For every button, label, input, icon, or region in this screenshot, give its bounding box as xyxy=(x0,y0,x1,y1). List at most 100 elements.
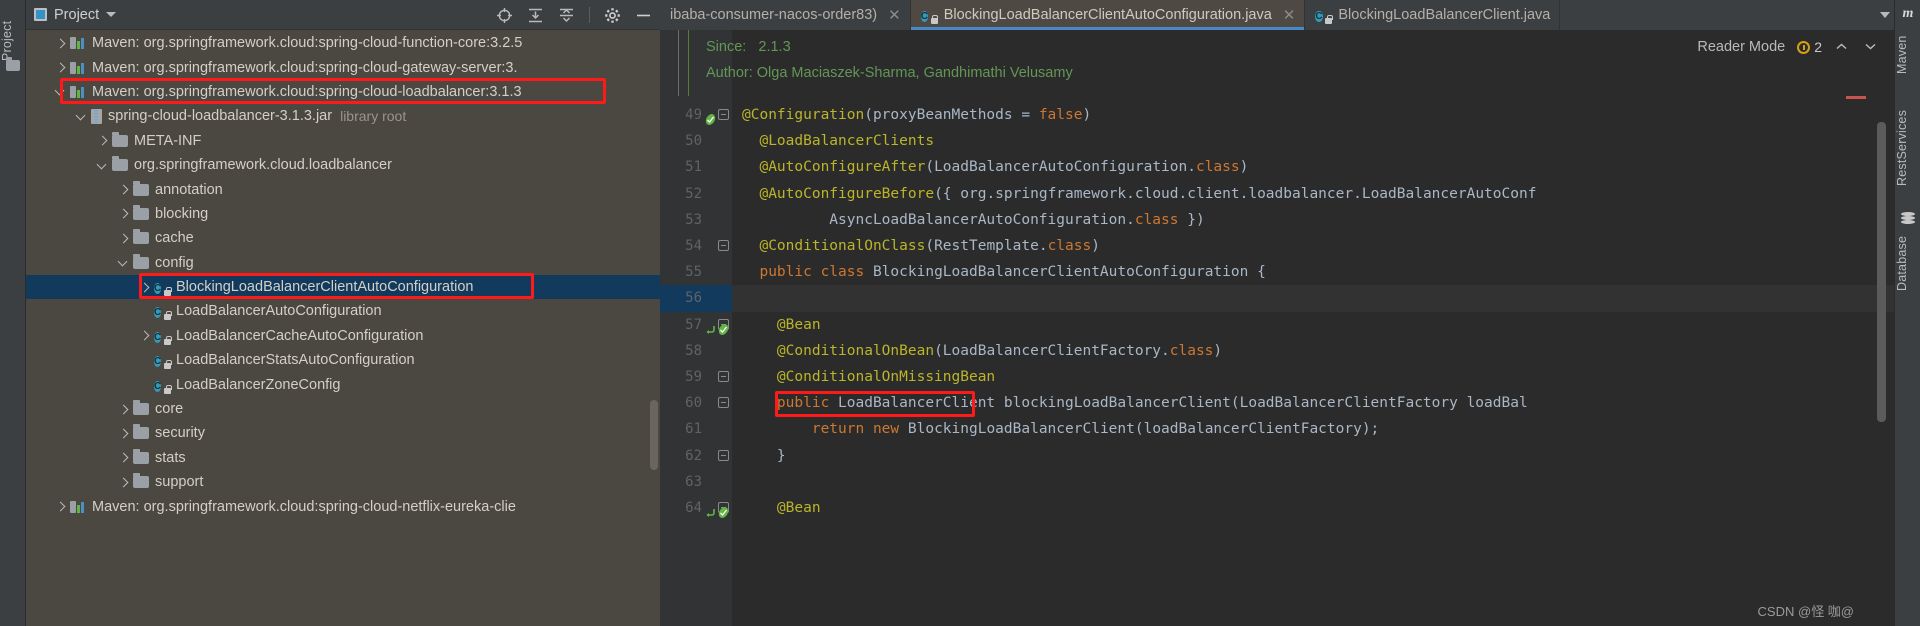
tree-row[interactable]: Maven: org.springframework.cloud:spring-… xyxy=(26,31,660,55)
chevron-down-icon[interactable] xyxy=(54,85,67,98)
chevron-right-icon[interactable] xyxy=(117,427,130,440)
chevron-right-icon[interactable] xyxy=(54,61,67,74)
chevron-down-icon[interactable] xyxy=(75,110,88,123)
override-icon[interactable] xyxy=(704,502,717,517)
code-line[interactable]: 49 @Configuration(proxyBeanMethods = fals… xyxy=(660,102,1894,128)
chevron-right-icon[interactable] xyxy=(54,500,67,513)
override-icon[interactable] xyxy=(704,319,717,334)
tree-row[interactable]: META-INF xyxy=(26,129,660,153)
gear-icon[interactable] xyxy=(604,7,621,24)
code-line[interactable]: 58 @ConditionalOnBean(LoadBalancerClient… xyxy=(660,338,1894,364)
code-line[interactable]: 62 } xyxy=(660,443,1894,469)
tab-overflow-control[interactable] xyxy=(1880,0,1894,30)
expand-all-icon[interactable] xyxy=(527,7,544,24)
green-check-icon[interactable] xyxy=(704,109,717,125)
code-fold-toggle[interactable] xyxy=(718,371,729,382)
tool-window-button-maven[interactable]: Maven xyxy=(1895,26,1920,84)
collapse-all-icon[interactable] xyxy=(558,7,575,24)
code-fold-toggle[interactable] xyxy=(718,240,729,251)
database-icon[interactable] xyxy=(1901,212,1915,225)
tree-row[interactable]: Maven: org.springframework.cloud:spring-… xyxy=(26,494,660,518)
tree-row[interactable]: Maven: org.springframework.cloud:spring-… xyxy=(26,55,660,79)
chevron-right-icon[interactable] xyxy=(138,281,151,294)
tree-row[interactable]: C LoadBalancerAutoConfiguration xyxy=(26,299,660,323)
code-line[interactable]: 53 AsyncLoadBalancerAutoConfiguration.cl… xyxy=(660,207,1894,233)
tree-row-label: META-INF xyxy=(134,132,202,149)
code-line[interactable]: 61 return new BlockingLoadBalancerClient… xyxy=(660,416,1894,442)
tree-row[interactable]: support xyxy=(26,470,660,494)
code-fold-toggle[interactable] xyxy=(718,449,729,461)
right-tool-strip: m Maven RestServices Database xyxy=(1894,0,1920,626)
chevron-down-icon[interactable] xyxy=(1880,12,1890,18)
hide-icon[interactable] xyxy=(635,7,652,24)
tree-row[interactable]: cache xyxy=(26,226,660,250)
code-line[interactable]: 56 xyxy=(660,285,1894,311)
code-line-text: } xyxy=(742,447,786,464)
code-line[interactable]: 54 @ConditionalOnClass(RestTemplate.clas… xyxy=(660,233,1894,259)
code-line[interactable]: 59 @ConditionalOnMissingBean xyxy=(660,364,1894,390)
tree-row[interactable]: C LoadBalancerCacheAutoConfiguration xyxy=(26,324,660,348)
tree-row[interactable]: org.springframework.cloud.loadbalancer xyxy=(26,153,660,177)
tree-row[interactable]: C BlockingLoadBalancerClientAutoConfigura… xyxy=(26,274,660,300)
tree-row[interactable]: spring-cloud-loadbalancer-3.1.3.jar libra… xyxy=(26,104,660,128)
chevron-right-icon[interactable] xyxy=(138,329,151,342)
code-line[interactable]: 52 @AutoConfigureBefore({ org.springfram… xyxy=(660,181,1894,207)
code-editor[interactable]: Since: 2.1.3 Author: Olga Maciaszek-Sharm… xyxy=(660,30,1894,626)
maven-m-icon[interactable]: m xyxy=(1895,6,1920,22)
locate-target-icon[interactable] xyxy=(496,7,513,24)
chevron-down-icon[interactable] xyxy=(117,256,130,269)
line-number: 52 xyxy=(685,185,702,202)
chevron-right-icon[interactable] xyxy=(54,37,67,50)
chevron-down-icon[interactable] xyxy=(106,12,117,17)
tree-row[interactable]: config xyxy=(26,251,660,275)
tree-row-label: config xyxy=(155,254,194,271)
code-fold-toggle[interactable] xyxy=(718,397,729,409)
folder-icon xyxy=(133,204,149,220)
tree-row[interactable]: Maven: org.springframework.cloud:spring-… xyxy=(26,80,660,104)
close-icon[interactable]: ✕ xyxy=(884,8,901,23)
chevron-right-icon[interactable] xyxy=(117,183,130,196)
chevron-right-icon[interactable] xyxy=(117,403,130,416)
green-check-icon[interactable] xyxy=(717,502,730,518)
chevron-down-icon[interactable] xyxy=(96,159,109,172)
editor-tab[interactable]: C BlockingLoadBalancerClientAutoConfigura… xyxy=(910,0,1306,30)
tool-window-button-restservices[interactable]: RestServices xyxy=(1895,94,1920,202)
tree-row[interactable]: stats xyxy=(26,446,660,470)
chevron-right-icon[interactable] xyxy=(117,232,130,245)
code-line[interactable]: 63 xyxy=(660,469,1894,495)
tree-row[interactable]: core xyxy=(26,397,660,421)
tree-row[interactable]: annotation xyxy=(26,177,660,201)
code-line[interactable]: 51 @AutoConfigureAfter(LoadBalancerAutoC… xyxy=(660,154,1894,180)
project-icon xyxy=(34,8,47,21)
project-tree-scrollbar[interactable] xyxy=(650,400,658,470)
project-tree[interactable]: Maven: org.springframework.cloud:spring-… xyxy=(26,30,660,626)
chevron-right-icon[interactable] xyxy=(117,451,130,464)
project-panel-title: Project xyxy=(54,6,100,23)
maven-icon xyxy=(70,36,86,50)
close-icon[interactable]: ✕ xyxy=(1279,8,1296,23)
code-fold-toggle[interactable] xyxy=(718,109,729,120)
tree-row[interactable]: C LoadBalancerZoneConfig xyxy=(26,372,660,396)
editor-scrollbar[interactable] xyxy=(1877,122,1886,422)
code-line[interactable]: 60 public LoadBalancerClient blockingLoa… xyxy=(660,390,1894,416)
tree-row[interactable]: blocking xyxy=(26,202,660,226)
tree-row[interactable]: C LoadBalancerStatsAutoConfiguration xyxy=(26,348,660,372)
tree-row-label: blocking xyxy=(155,205,209,222)
editor-tab[interactable]: ibaba-consumer-nacos-order83) ✕ xyxy=(660,0,911,30)
code-line[interactable]: 57 @Bean xyxy=(660,312,1894,338)
code-line[interactable]: 55 public class BlockingLoadBalancerClie… xyxy=(660,259,1894,285)
code-line[interactable]: 64 @Bean xyxy=(660,495,1894,521)
green-check-icon[interactable] xyxy=(717,319,730,335)
line-number: 64 xyxy=(685,500,702,516)
folder-icon[interactable] xyxy=(6,57,20,72)
tree-row[interactable]: security xyxy=(26,421,660,445)
code-line-text: @Bean xyxy=(776,316,821,333)
class-icon: C xyxy=(154,279,172,297)
editor-tab[interactable]: C BlockingLoadBalancerClient.java xyxy=(1305,0,1561,30)
code-line[interactable]: 50 @LoadBalancerClients xyxy=(660,128,1894,154)
chevron-right-icon[interactable] xyxy=(117,207,130,220)
chevron-right-icon[interactable] xyxy=(96,134,109,147)
editor-error-marker[interactable] xyxy=(1846,96,1866,99)
tool-window-button-database[interactable]: Database xyxy=(1895,230,1920,296)
chevron-right-icon[interactable] xyxy=(117,476,130,489)
